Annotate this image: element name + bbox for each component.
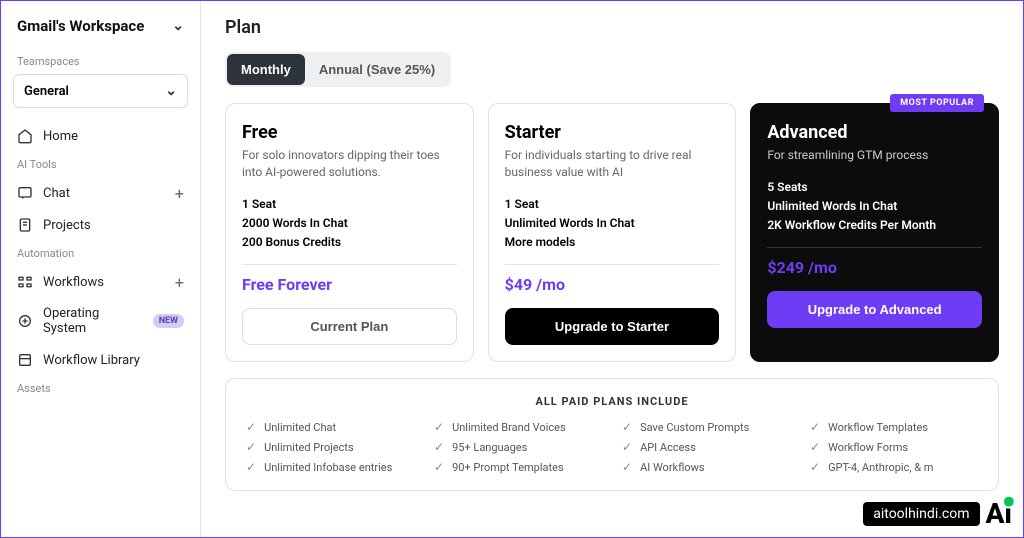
feature: 2K Workflow Credits Per Month <box>767 216 982 235</box>
check-icon: ✓ <box>434 440 444 454</box>
plan-desc: For solo innovators dipping their toes i… <box>242 147 457 181</box>
check-icon: ✓ <box>622 460 632 474</box>
plan-features: 1 Seat 2000 Words In Chat 200 Bonus Cred… <box>242 195 457 253</box>
plan-desc: For streamlining GTM process <box>767 147 982 164</box>
feature: 1 Seat <box>242 195 457 214</box>
plan-features: 1 Seat Unlimited Words In Chat More mode… <box>505 195 720 253</box>
document-icon <box>17 217 33 233</box>
page-title: Plan <box>225 17 999 38</box>
chevron-down-icon: ⌄ <box>172 18 184 34</box>
cta-upgrade-advanced[interactable]: Upgrade to Advanced <box>767 291 982 328</box>
section-teamspaces: Teamspaces <box>1 55 200 74</box>
feature: 1 Seat <box>505 195 720 214</box>
nav-operating-system[interactable]: Operating System NEW <box>1 298 200 344</box>
billing-toggle: Monthly Annual (Save 25%) <box>225 52 451 87</box>
nav-label: Workflow Library <box>43 353 140 368</box>
section-assets: Assets <box>1 382 200 401</box>
nav-chat[interactable]: Chat + <box>1 177 200 209</box>
chevron-down-icon: ⌄ <box>165 83 177 99</box>
watermark-text: aitoolhindi.com <box>863 502 979 526</box>
plan-advanced: MOST POPULAR Advanced For streamlining G… <box>750 103 999 362</box>
plans-grid: Free For solo innovators dipping their t… <box>225 103 999 362</box>
plan-name: Starter <box>505 122 720 143</box>
home-icon <box>17 128 33 144</box>
watermark: aitoolhindi.com •Ai <box>863 497 1012 530</box>
feature-item: ✓Workflow Templates <box>810 420 978 434</box>
nav-label: Projects <box>43 218 91 233</box>
plan-name: Free <box>242 122 457 143</box>
check-icon: ✓ <box>434 460 444 474</box>
nav-label: Operating System <box>43 306 139 336</box>
check-icon: ✓ <box>246 440 256 454</box>
sidebar: Gmail's Workspace ⌄ Teamspaces General ⌄… <box>1 1 201 537</box>
os-icon <box>17 313 33 329</box>
plan-price: $249 /mo <box>767 258 982 277</box>
nav-label: Workflows <box>43 275 104 290</box>
feature-item: ✓Unlimited Projects <box>246 440 414 454</box>
toggle-annual[interactable]: Annual (Save 25%) <box>305 54 449 85</box>
check-icon: ✓ <box>810 440 820 454</box>
check-icon: ✓ <box>622 420 632 434</box>
feature: 200 Bonus Credits <box>242 233 457 252</box>
nav-home[interactable]: Home <box>1 120 200 152</box>
feature: Unlimited Words In Chat <box>767 197 982 216</box>
plan-starter: Starter For individuals starting to driv… <box>488 103 737 362</box>
feature-item: ✓Save Custom Prompts <box>622 420 790 434</box>
plan-price: $49 /mo <box>505 275 720 294</box>
toggle-monthly[interactable]: Monthly <box>227 54 305 85</box>
features-title: ALL PAID PLANS INCLUDE <box>246 395 978 408</box>
teamspace-dropdown[interactable]: General ⌄ <box>13 74 188 108</box>
library-icon <box>17 352 33 368</box>
feature-item: ✓Unlimited Brand Voices <box>434 420 602 434</box>
section-ai-tools: AI Tools <box>1 158 200 177</box>
main-content: Plan Monthly Annual (Save 25%) Free For … <box>201 1 1023 537</box>
nav-workflows[interactable]: Workflows + <box>1 266 200 298</box>
check-icon: ✓ <box>246 460 256 474</box>
feature-item: ✓AI Workflows <box>622 460 790 474</box>
nav-label: Home <box>43 129 78 144</box>
feature: 2000 Words In Chat <box>242 214 457 233</box>
plan-name: Advanced <box>767 122 982 143</box>
check-icon: ✓ <box>810 460 820 474</box>
teamspace-selected: General <box>24 84 69 99</box>
feature-item: ✓95+ Languages <box>434 440 602 454</box>
feature: 5 Seats <box>767 178 982 197</box>
check-icon: ✓ <box>246 420 256 434</box>
check-icon: ✓ <box>622 440 632 454</box>
feature-item: ✓Unlimited Infobase entries <box>246 460 414 474</box>
feature-item: ✓Unlimited Chat <box>246 420 414 434</box>
watermark-logo: •Ai <box>986 497 1013 530</box>
feature-item: ✓GPT-4, Anthropic, & m <box>810 460 978 474</box>
divider <box>767 247 982 248</box>
plus-icon[interactable]: + <box>175 184 184 203</box>
nav-label: Chat <box>43 186 70 201</box>
feature-item: ✓Workflow Forms <box>810 440 978 454</box>
workspace-name: Gmail's Workspace <box>17 17 144 35</box>
popular-badge: MOST POPULAR <box>890 94 984 112</box>
plus-icon[interactable]: + <box>175 273 184 292</box>
divider <box>505 264 720 265</box>
plan-features: 5 Seats Unlimited Words In Chat 2K Workf… <box>767 178 982 236</box>
feature: Unlimited Words In Chat <box>505 214 720 233</box>
features-box: ALL PAID PLANS INCLUDE ✓Unlimited Chat ✓… <box>225 378 999 491</box>
check-icon: ✓ <box>434 420 444 434</box>
cta-upgrade-starter[interactable]: Upgrade to Starter <box>505 308 720 345</box>
features-grid: ✓Unlimited Chat ✓Unlimited Brand Voices … <box>246 420 978 474</box>
plan-free: Free For solo innovators dipping their t… <box>225 103 474 362</box>
section-automation: Automation <box>1 247 200 266</box>
feature-item: ✓90+ Prompt Templates <box>434 460 602 474</box>
plan-desc: For individuals starting to drive real b… <box>505 147 720 181</box>
feature: More models <box>505 233 720 252</box>
new-badge: NEW <box>153 314 184 328</box>
plan-price: Free Forever <box>242 275 457 294</box>
nav-projects[interactable]: Projects <box>1 209 200 241</box>
feature-item: ✓API Access <box>622 440 790 454</box>
workspace-selector[interactable]: Gmail's Workspace ⌄ <box>1 13 200 49</box>
chat-icon <box>17 185 33 201</box>
nav-workflow-library[interactable]: Workflow Library <box>1 344 200 376</box>
cta-current-plan[interactable]: Current Plan <box>242 308 457 345</box>
divider <box>242 264 457 265</box>
workflows-icon <box>17 274 33 290</box>
check-icon: ✓ <box>810 420 820 434</box>
